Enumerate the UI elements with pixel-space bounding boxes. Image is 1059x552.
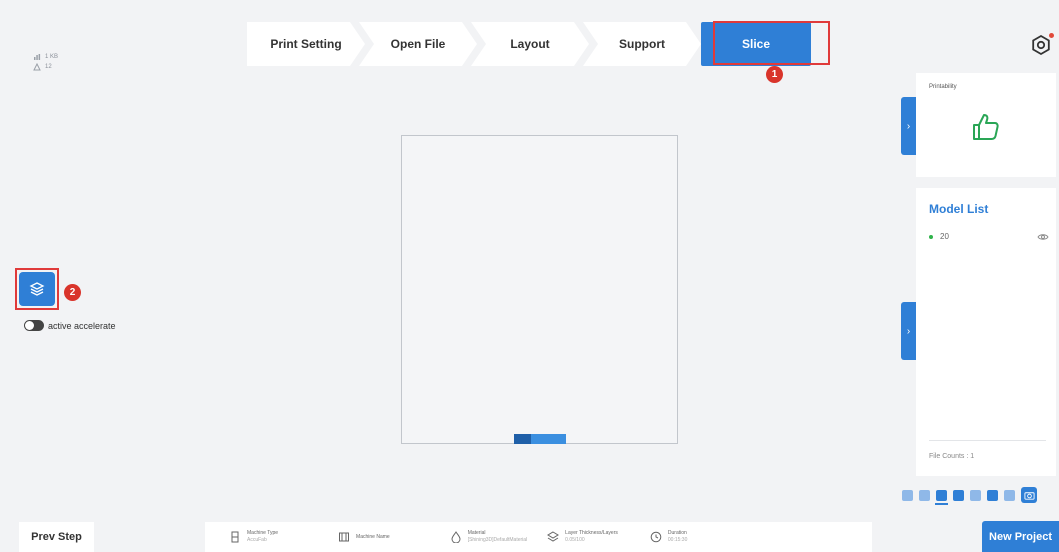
info-layer: Layer Thickness/Layers 0.05/100 (547, 530, 618, 544)
new-project-button[interactable]: New Project (982, 521, 1059, 552)
view-right-icon[interactable] (953, 489, 964, 501)
machine-name-icon (339, 532, 350, 542)
clock-icon (650, 531, 662, 543)
view-front-icon[interactable] (902, 489, 913, 501)
chevron-right-icon: › (906, 120, 911, 132)
accelerate-label: active accelerate (48, 320, 116, 331)
model-stats: 1 KB 12 (33, 52, 58, 72)
material-value: [Shining3D]DefaultMaterial (467, 537, 528, 543)
prev-step-button[interactable]: Prev Step (19, 522, 94, 552)
status-dot (929, 234, 933, 239)
triangle-count: 12 (45, 64, 52, 70)
printability-title: Printability (929, 84, 957, 90)
droplet-icon (451, 531, 461, 543)
printability-collapse-tab[interactable]: › (901, 97, 916, 155)
settings-button[interactable] (1030, 33, 1054, 56)
annotation-badge-2: 2 (64, 284, 81, 301)
chevron-right-icon: › (906, 325, 911, 337)
model-list-collapse-tab[interactable]: › (901, 302, 916, 360)
accelerate-toggle-row: active accelerate (24, 320, 116, 331)
model-name: 20 (940, 232, 949, 241)
view-back-icon[interactable] (919, 489, 930, 501)
printer-icon (231, 531, 239, 543)
workflow-steps: Print Setting Open File Layout Support S… (247, 22, 811, 66)
view-iso-icon[interactable] (1004, 489, 1015, 501)
duration-label: Duration (667, 530, 687, 536)
machine-name-label: Machine Name (356, 533, 390, 540)
view-bottom-icon[interactable] (987, 489, 998, 501)
step-print-setting[interactable]: Print Setting (247, 22, 365, 66)
toggle-knob (25, 321, 34, 330)
machine-type-value: AccuFab (247, 537, 267, 543)
eye-icon[interactable] (1037, 233, 1049, 241)
triangle-icon (33, 63, 41, 71)
material-label: Material (467, 530, 486, 536)
step-open-file[interactable]: Open File (359, 22, 477, 66)
layers-small-icon (547, 531, 560, 542)
file-size-row: 1 KB (33, 52, 58, 62)
triangle-count-row: 12 (33, 62, 58, 72)
settings-icon (1032, 34, 1050, 56)
layer-value: 0.05/100 (565, 537, 585, 543)
camera-icon (1023, 491, 1035, 500)
info-machine-name: Machine Name (338, 531, 390, 543)
step-layout[interactable]: Layout (471, 22, 589, 66)
file-counts: File Counts : 1 (929, 453, 975, 460)
notification-dot (1049, 33, 1054, 38)
thumbs-up-icon (973, 114, 999, 140)
info-duration: Duration 00:15:30 (650, 530, 687, 544)
model-list-panel: Model List 20 File Counts : 1 (916, 188, 1056, 476)
divider (929, 440, 1046, 441)
view-left-icon[interactable] (935, 489, 948, 505)
layers-preview-button[interactable] (19, 272, 55, 306)
machine-info-bar: Machine Type AccuFab Machine Name Materia… (205, 522, 872, 552)
duration-value: 00:15:30 (667, 537, 688, 543)
view-top-icon[interactable] (970, 489, 981, 501)
view-toolbar (902, 487, 1037, 505)
step-slice[interactable]: Slice (701, 22, 811, 66)
layers-icon (29, 282, 45, 296)
annotation-badge-1: 1 (766, 66, 783, 83)
camera-button[interactable] (1021, 487, 1037, 503)
model-list-title: Model List (929, 202, 989, 216)
info-material: Material [Shining3D]DefaultMaterial (450, 530, 527, 544)
accelerate-toggle[interactable] (24, 320, 44, 331)
build-plate[interactable] (401, 135, 678, 444)
step-support[interactable]: Support (583, 22, 701, 66)
chart-icon (34, 54, 41, 60)
layer-label: Layer Thickness/Layers (565, 530, 618, 536)
sliced-model[interactable] (514, 434, 566, 444)
info-machine-type: Machine Type AccuFab (229, 530, 278, 544)
file-size: 1 KB (45, 54, 59, 60)
machine-type-label: Machine Type (247, 530, 279, 536)
printability-panel: Printability (916, 73, 1056, 177)
model-list-item[interactable]: 20 (929, 232, 1049, 241)
model-shadow (514, 434, 531, 444)
